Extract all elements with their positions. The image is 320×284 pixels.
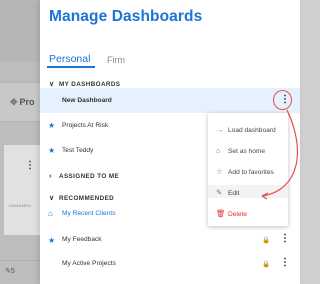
section-assigned-to-me[interactable]: › ASSIGNED TO ME <box>49 173 119 180</box>
menu-item-edit[interactable]: ✎ Edit <box>216 188 239 197</box>
star-outline-icon: ☆ <box>216 167 223 176</box>
background-small-label: UNNAMED <box>9 203 32 208</box>
dashboard-new-dashboard[interactable]: New Dashboard <box>62 97 112 104</box>
chevron-down-icon: ∨ <box>49 81 55 88</box>
pencil-icon: ✎ <box>216 188 223 197</box>
section-my-dashboards-label: MY DASHBOARDS <box>59 81 121 88</box>
star-icon[interactable]: ★ <box>48 146 55 155</box>
menu-item-delete[interactable]: 🗑 Delete <box>216 209 247 218</box>
home-icon: ⌂ <box>48 209 53 218</box>
chevron-right-icon: › <box>49 173 52 180</box>
manage-dashboards-panel: Manage Dashboards Personal Firm ∨ MY DASH… <box>40 0 300 284</box>
background-card <box>4 145 40 235</box>
panel-title: Manage Dashboards <box>49 8 203 25</box>
star-icon[interactable]: ★ <box>48 236 55 245</box>
background-count-text: 5 <box>10 268 15 275</box>
trash-icon: 🗑 <box>216 209 226 218</box>
menu-item-label: Delete <box>228 211 248 218</box>
kebab-menu-icon[interactable]: ⋮ <box>280 258 290 268</box>
background-label: ✥ Pro <box>10 97 35 108</box>
menu-item-label: Set as home <box>228 148 266 155</box>
dashboard-my-active-projects[interactable]: My Active Projects <box>62 260 116 267</box>
menu-item-label: Load dashboard <box>228 127 276 134</box>
background-app: ✥ Pro ⋮ UNNAMED ✎5 <box>0 0 40 284</box>
section-recommended-label: RECOMMENDED <box>59 195 115 202</box>
star-icon[interactable]: ★ <box>48 121 55 130</box>
dashboard-context-menu: → Load dashboard ⌂ Set as home ☆ Add to fav… <box>208 113 288 226</box>
kebab-menu-icon[interactable]: ⋮ <box>280 234 290 244</box>
background-count: ✎5 <box>5 267 15 275</box>
background-label-text: Pro <box>19 97 35 107</box>
tab-personal[interactable]: Personal <box>49 53 90 65</box>
annotation-circle <box>273 90 292 110</box>
background-divider <box>0 260 40 261</box>
menu-item-load-dashboard[interactable]: → Load dashboard <box>216 125 276 134</box>
dashboard-projects-at-risk[interactable]: Projects At Risk <box>62 122 108 129</box>
active-tab-underline <box>47 66 95 68</box>
lock-icon: 🔒 <box>262 237 271 244</box>
tab-firm[interactable]: Firm <box>107 55 125 65</box>
dashboard-my-feedback[interactable]: My Feedback <box>62 236 102 243</box>
lock-icon: 🔒 <box>262 261 271 268</box>
chevron-down-icon: ∨ <box>49 195 55 202</box>
dashboard-my-recent-clients[interactable]: My Recent Clients <box>62 210 116 217</box>
section-my-dashboards[interactable]: ∨ MY DASHBOARDS <box>49 80 120 88</box>
section-recommended[interactable]: ∨ RECOMMENDED <box>49 194 114 202</box>
section-assigned-label: ASSIGNED TO ME <box>59 173 120 180</box>
puzzle-icon: ✥ <box>10 97 18 107</box>
menu-item-set-as-home[interactable]: ⌂ Set as home <box>216 146 265 155</box>
dashboard-test-teddy[interactable]: Test Teddy <box>62 147 93 154</box>
home-icon: ⌂ <box>216 146 221 155</box>
menu-item-add-to-favorites[interactable]: ☆ Add to favorites <box>216 167 274 176</box>
arrow-right-icon: → <box>216 125 224 134</box>
menu-item-label: Edit <box>228 190 240 197</box>
background-kebab-icon: ⋮ <box>25 160 35 171</box>
background-header <box>0 0 40 62</box>
menu-item-label: Add to favorites <box>228 169 274 176</box>
